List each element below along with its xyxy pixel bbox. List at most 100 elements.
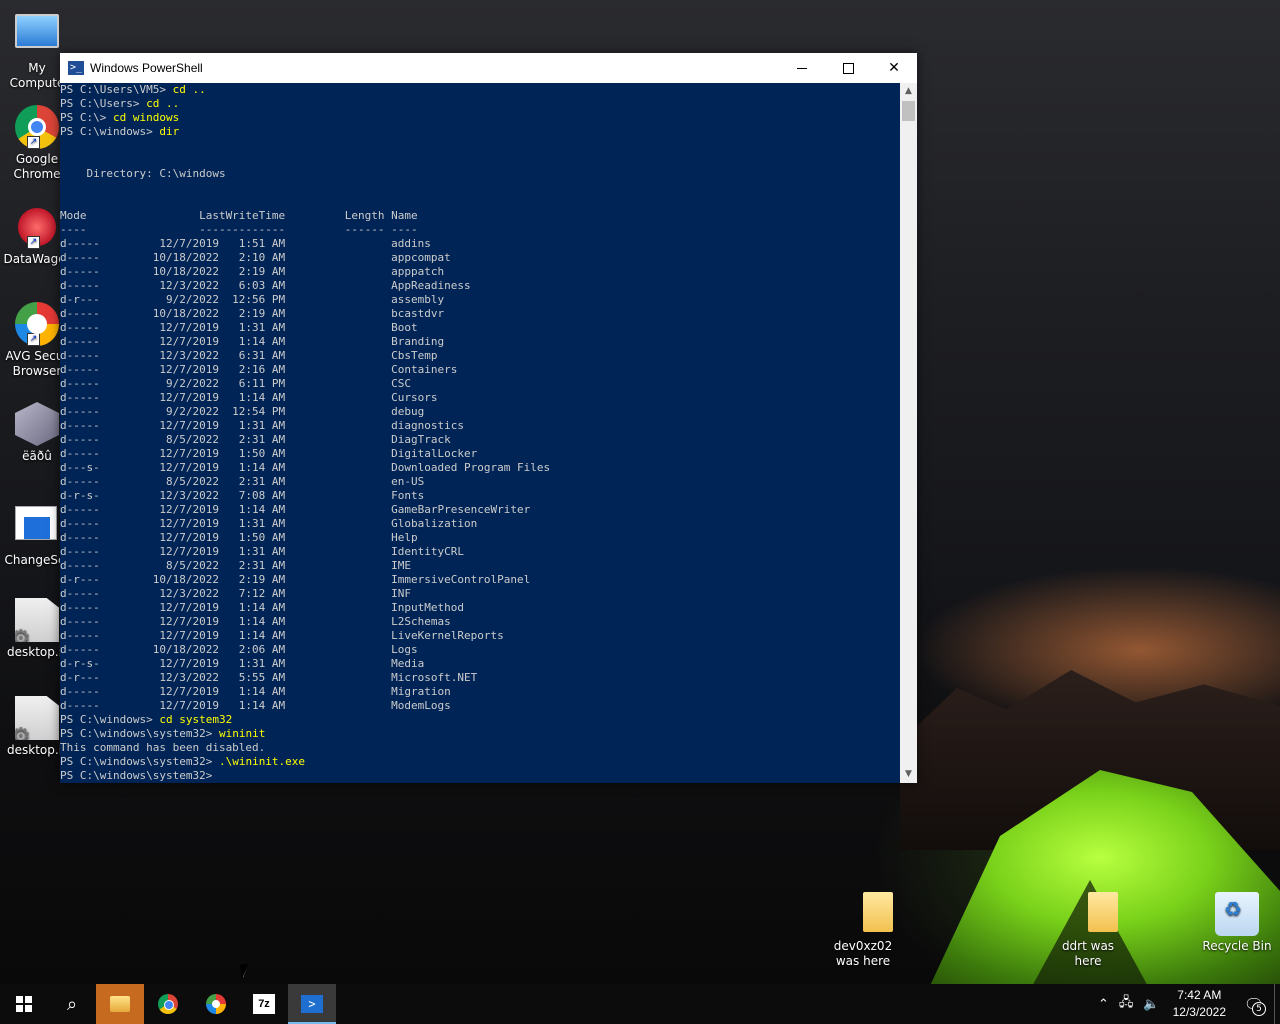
shortcut-arrow-icon: ↗ (27, 136, 40, 149)
maximize-button[interactable] (825, 53, 871, 83)
scroll-up-icon[interactable]: ▲ (900, 83, 917, 100)
scroll-down-icon[interactable]: ▼ (900, 766, 917, 783)
search-button[interactable]: ⌕ (48, 984, 96, 1024)
datawagon-icon: ↗ (15, 205, 59, 249)
console-line: d----- 12/7/2019 1:31 AM diagnostics (60, 419, 900, 433)
console-line: PS C:\> cd windows (60, 111, 900, 125)
show-hidden-icons-chevron-up-icon[interactable]: ⌃ (1093, 997, 1114, 1012)
console-prompt: PS C:\Users> (60, 97, 147, 110)
console-text: Mode LastWriteTime Length Name (60, 209, 418, 222)
close-icon: ✕ (888, 60, 900, 76)
start-button[interactable] (0, 984, 48, 1024)
console-text: d----- 12/3/2022 7:12 AM INF (60, 587, 411, 600)
avg-browser-icon: ↗ (15, 302, 59, 346)
console-output[interactable]: PS C:\Users\VM5> cd .. PS C:\Users> cd ..… (60, 83, 900, 783)
window-title: Windows PowerShell (90, 61, 203, 75)
console-line: d----- 9/2/2022 6:11 PM CSC (60, 377, 900, 391)
network-icon[interactable]: 🖧 (1114, 993, 1139, 1015)
console-prompt: PS C:\windows\system32> (60, 769, 219, 782)
powershell-window[interactable]: >_ Windows PowerShell ✕ PS C:\Users\VM5>… (60, 53, 917, 783)
taskbar-powershell[interactable]: > (288, 984, 336, 1024)
console-line: d----- 10/18/2022 2:06 AM Logs (60, 643, 900, 657)
console-line: PS C:\windows> cd system32 (60, 713, 900, 727)
console-text: d----- 10/18/2022 2:06 AM Logs (60, 643, 418, 656)
console-prompt: PS C:\Users\VM5> (60, 83, 173, 96)
console-line: Directory: C:\windows (60, 167, 900, 181)
console-text: d----- 12/7/2019 1:14 AM GameBarPresence… (60, 503, 531, 516)
folder-icon (841, 892, 893, 936)
console-line: d----- 12/7/2019 1:31 AM Boot (60, 321, 900, 335)
clock-time: 7:42 AM (1177, 988, 1222, 1002)
console-text: d----- 12/7/2019 1:31 AM Boot (60, 321, 418, 334)
console-line: PS C:\Users> cd .. (60, 97, 900, 111)
console-line: d-r--- 10/18/2022 2:19 AM ImmersiveContr… (60, 573, 900, 587)
console-text: d----- 12/7/2019 1:31 AM IdentityCRL (60, 545, 464, 558)
my-computer-icon (15, 14, 59, 58)
chrome-icon (158, 994, 178, 1014)
console-text: d-r-s- 12/3/2022 7:08 AM Fonts (60, 489, 425, 502)
close-button[interactable]: ✕ (871, 53, 917, 83)
taskbar-avg-browser[interactable] (192, 984, 240, 1024)
file-explorer-icon (110, 996, 130, 1012)
console-line: d----- 10/18/2022 2:10 AM appcompat (60, 251, 900, 265)
console-line: PS C:\windows\system32> (60, 769, 900, 783)
desktop-icon-folder-ddrt[interactable]: ddrt was here (1048, 892, 1128, 969)
console-line: PS C:\windows\system32> .\wininit.exe (60, 755, 900, 769)
7zip-icon: 7z (253, 994, 275, 1014)
console-text: d----- 10/18/2022 2:19 AM apppatch (60, 265, 445, 278)
console-command: cd .. (172, 83, 206, 96)
taskbar-chrome[interactable] (144, 984, 192, 1024)
desktop-icon-label: ddrt was here (1061, 939, 1115, 968)
powershell-icon: >_ (68, 61, 84, 75)
console-line: d----- 9/2/2022 12:54 PM debug (60, 405, 900, 419)
console-prompt: PS C:\windows> (60, 125, 160, 138)
console-command: .\wininit.exe (218, 755, 306, 768)
console-text: d----- 12/3/2022 6:31 AM CbsTemp (60, 349, 438, 362)
console-text: d----- 12/7/2019 1:14 AM Branding (60, 335, 445, 348)
console-text: d----- 12/7/2019 1:14 AM ModemLogs (60, 699, 451, 712)
console-text: d-r--- 12/3/2022 5:55 AM Microsoft.NET (60, 671, 478, 684)
minimize-button[interactable] (779, 53, 825, 83)
console-text: d----- 12/3/2022 6:03 AM AppReadiness (60, 279, 471, 292)
vertical-scrollbar[interactable]: ▲ ▼ (900, 83, 917, 783)
window-titlebar[interactable]: >_ Windows PowerShell ✕ (60, 53, 917, 83)
console-text: d----- 12/7/2019 1:14 AM Migration (60, 685, 451, 698)
console-line: d----- 12/7/2019 1:51 AM addins (60, 237, 900, 251)
console-line: d----- 12/7/2019 1:31 AM Globalization (60, 517, 900, 531)
console-text: d----- 12/7/2019 1:51 AM addins (60, 237, 431, 250)
taskbar-file-explorer[interactable] (96, 984, 144, 1024)
show-desktop-button[interactable] (1274, 984, 1280, 1024)
chrome-icon: ↗ (15, 105, 59, 149)
console-line: d----- 12/3/2022 6:03 AM AppReadiness (60, 279, 900, 293)
console-line: d-r--- 12/3/2022 5:55 AM Microsoft.NET (60, 671, 900, 685)
settings-file-icon (15, 696, 59, 740)
console-text: ---- ------------- ------ ---- (60, 223, 418, 236)
console-text: d----- 12/7/2019 1:31 AM Globalization (60, 517, 478, 530)
console-line: d----- 12/7/2019 1:14 AM GameBarPresence… (60, 503, 900, 517)
console-line: PS C:\windows\system32> wininit (60, 727, 900, 741)
desktop-icon-recycle-bin[interactable]: Recycle Bin (1200, 892, 1274, 954)
desktop-icon-label: Recycle Bin (1202, 939, 1272, 953)
console-line: d----- 10/18/2022 2:19 AM apppatch (60, 265, 900, 279)
scrollbar-thumb[interactable] (902, 101, 915, 121)
console-line: d----- 8/5/2022 2:31 AM DiagTrack (60, 433, 900, 447)
console-line: d----- 12/7/2019 2:16 AM Containers (60, 363, 900, 377)
console-line: d----- 12/3/2022 7:12 AM INF (60, 587, 900, 601)
console-text: d----- 12/7/2019 2:16 AM Containers (60, 363, 458, 376)
desktop-icon-folder-dev0xz02[interactable]: dev0xz02 was here (824, 892, 902, 969)
console-command: wininit (218, 727, 266, 740)
changescreen-icon (15, 506, 59, 550)
console-line: d----- 12/7/2019 1:14 AM ModemLogs (60, 699, 900, 713)
taskbar-7zip[interactable]: 7z (240, 984, 288, 1024)
volume-icon[interactable]: 🔈 (1138, 997, 1164, 1012)
console-line: d----- 12/7/2019 1:14 AM Cursors (60, 391, 900, 405)
action-center-button[interactable]: 🗨 5 (1234, 995, 1274, 1016)
console-line: d----- 12/7/2019 1:50 AM Help (60, 531, 900, 545)
console-text: d----- 12/7/2019 1:14 AM LiveKernelRepor… (60, 629, 504, 642)
notification-count-badge: 5 (1252, 1001, 1266, 1016)
clock[interactable]: 7:42 AM 12/3/2022 (1165, 987, 1234, 1021)
console-text: d----- 12/7/2019 1:14 AM Cursors (60, 391, 438, 404)
